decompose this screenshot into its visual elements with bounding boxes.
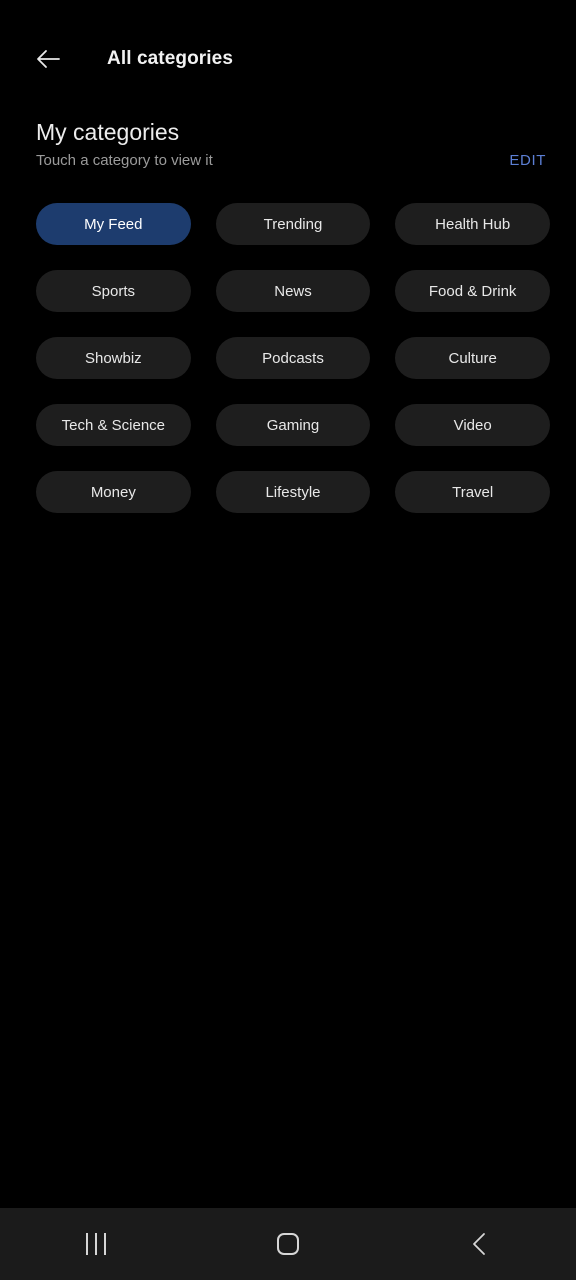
category-chip-lifestyle[interactable]: Lifestyle — [215, 471, 371, 513]
back-button[interactable] — [26, 37, 70, 81]
chevron-left-icon — [473, 1233, 485, 1255]
category-chip-podcasts[interactable]: Podcasts — [215, 337, 371, 379]
section-subtitle: Touch a category to view it — [36, 152, 213, 169]
home-icon — [277, 1233, 299, 1255]
category-chip-news[interactable]: News — [215, 270, 371, 312]
section-title-group: My categories Touch a category to view i… — [36, 118, 213, 172]
home-button[interactable] — [192, 1208, 384, 1280]
edit-button[interactable]: EDIT — [509, 152, 546, 172]
category-chip-my-feed[interactable]: My Feed — [36, 203, 191, 245]
category-chip-trending[interactable]: Trending — [215, 203, 371, 245]
page-title: All categories — [107, 48, 234, 69]
category-chip-video[interactable]: Video — [395, 404, 550, 446]
category-chip-tech-and-science[interactable]: Tech & Science — [36, 404, 191, 446]
category-chip-travel[interactable]: Travel — [395, 471, 550, 513]
arrow-left-icon — [37, 50, 60, 68]
section-header: My categories Touch a category to view i… — [36, 118, 546, 172]
category-chip-culture[interactable]: Culture — [395, 337, 550, 379]
category-chip-grid: My Feed Trending Health Hub Sports News … — [0, 203, 576, 513]
system-navigation-bar — [0, 1208, 576, 1280]
system-back-button[interactable] — [384, 1208, 576, 1280]
my-categories-section: My categories Touch a category to view i… — [0, 118, 576, 172]
recents-button[interactable] — [0, 1208, 192, 1280]
category-chip-sports[interactable]: Sports — [36, 270, 191, 312]
app-bar: All categories — [0, 0, 576, 118]
category-chip-health-hub[interactable]: Health Hub — [395, 203, 550, 245]
category-chip-money[interactable]: Money — [36, 471, 191, 513]
category-chip-showbiz[interactable]: Showbiz — [36, 337, 191, 379]
section-heading: My categories — [36, 119, 180, 145]
recents-icon — [86, 1233, 106, 1255]
category-chip-gaming[interactable]: Gaming — [215, 404, 371, 446]
category-chip-food-and-drink[interactable]: Food & Drink — [395, 270, 550, 312]
